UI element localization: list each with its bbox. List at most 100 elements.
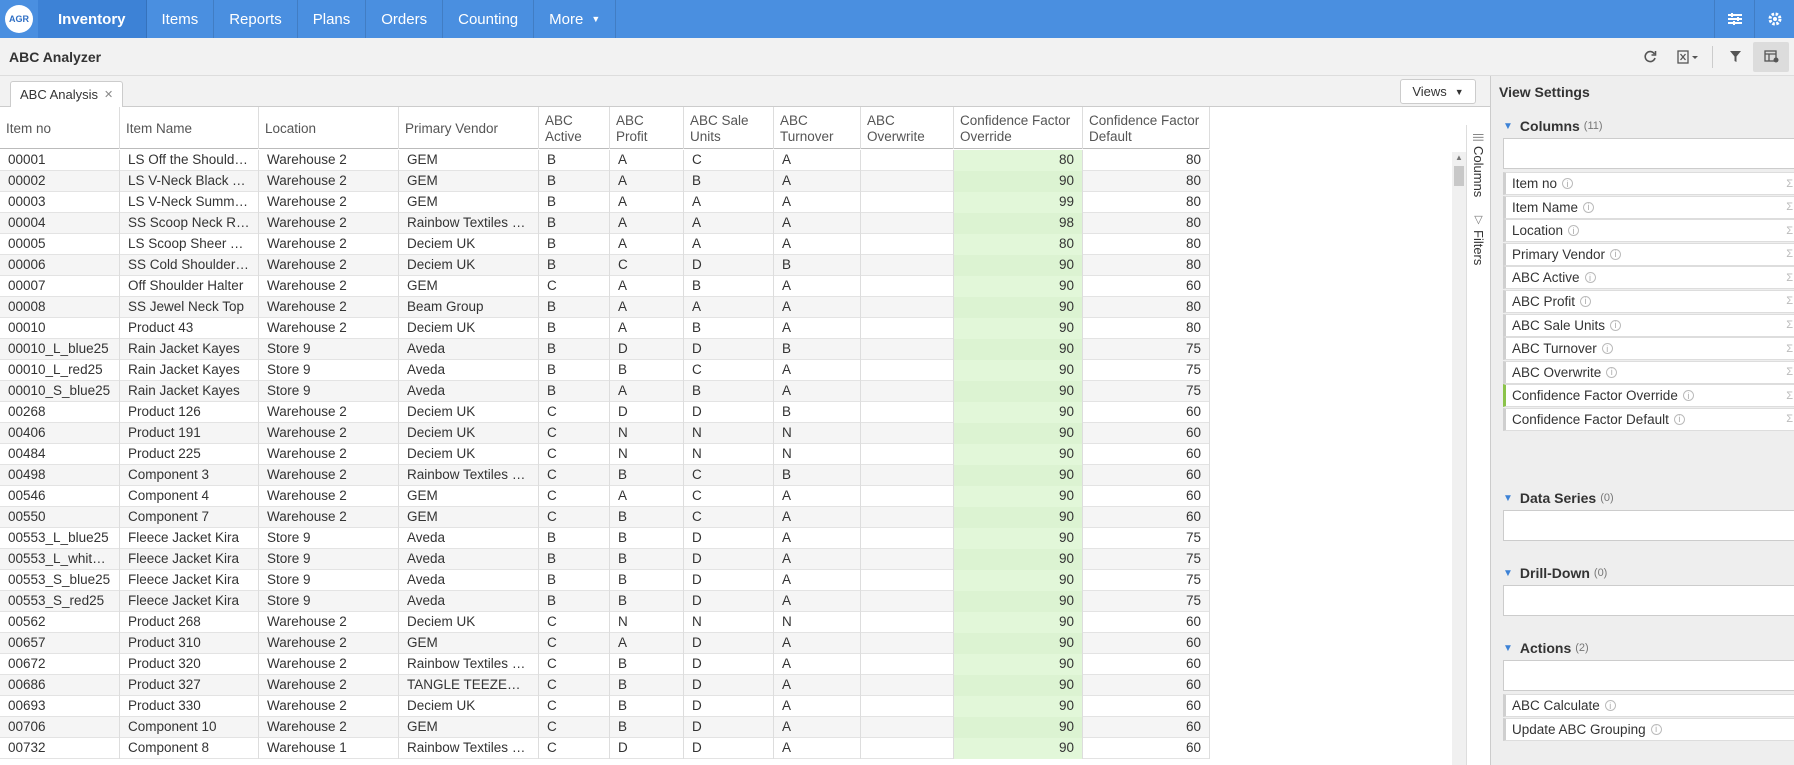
cell-abc-turnover[interactable]: N	[774, 423, 861, 444]
info-icon[interactable]: i	[1601, 343, 1613, 355]
action-item-update-abc-grouping[interactable]: Update ABC Grouping i	[1503, 717, 1794, 741]
cell-abc-overwrite[interactable]	[861, 150, 954, 171]
cell-abc-active[interactable]: B	[539, 570, 610, 591]
cell-item-no[interactable]: 00005	[0, 234, 120, 255]
cell-abc-turnover[interactable]: A	[774, 150, 861, 171]
cell-abc-profit[interactable]: N	[610, 423, 684, 444]
cell-abc-overwrite[interactable]	[861, 654, 954, 675]
cell-abc-profit[interactable]: N	[610, 444, 684, 465]
gear-icon[interactable]	[1754, 0, 1794, 38]
scroll-up-icon[interactable]: ▲	[1455, 153, 1463, 162]
cell-confidence-factor-override[interactable]: 90	[954, 654, 1083, 675]
cell-primary-vendor[interactable]: Aveda	[399, 528, 539, 549]
cell-primary-vendor[interactable]: GEM	[399, 171, 539, 192]
actions-drop-zone[interactable]	[1503, 660, 1794, 691]
cell-abc-turnover[interactable]: A	[774, 234, 861, 255]
info-icon[interactable]: i	[1650, 723, 1662, 735]
cell-confidence-factor-default[interactable]: 60	[1083, 507, 1210, 528]
cell-item-no[interactable]: 00010_L_red25	[0, 360, 120, 381]
cell-confidence-factor-override[interactable]: 90	[954, 633, 1083, 654]
cell-abc-active[interactable]: C	[539, 465, 610, 486]
cell-location[interactable]: Warehouse 2	[259, 234, 399, 255]
cell-item-name[interactable]: Fleece Jacket Kira	[120, 591, 259, 612]
info-icon[interactable]: i	[1583, 201, 1595, 213]
side-tab-filters[interactable]: ▽ Filters	[1471, 213, 1486, 265]
column-chip-item-name[interactable]: Item Name i Σ	[1503, 195, 1794, 219]
nav-item-orders[interactable]: Orders	[366, 0, 444, 38]
cell-abc-profit[interactable]: A	[610, 297, 684, 318]
cell-abc-profit[interactable]: A	[610, 213, 684, 234]
cell-item-no[interactable]: 00553_L_white25	[0, 549, 120, 570]
table-row[interactable]: 00006 SS Cold Shoulder Top Warehouse 2 Deci…	[0, 255, 1210, 276]
nav-item-more[interactable]: More ▼	[534, 0, 617, 38]
cell-confidence-factor-override[interactable]: 90	[954, 717, 1083, 738]
table-row[interactable]: 00562 Product 268 Warehouse 2 Deciem UK C N N N…	[0, 612, 1210, 633]
cell-item-no[interactable]: 00008	[0, 297, 120, 318]
column-chip-confidence-factor-default[interactable]: Confidence Factor Default i Σ	[1503, 407, 1794, 431]
cell-abc-profit[interactable]: B	[610, 591, 684, 612]
cell-location[interactable]: Store 9	[259, 360, 399, 381]
cell-abc-sale-units[interactable]: D	[684, 717, 774, 738]
cell-primary-vendor[interactable]: Deciem UK	[399, 612, 539, 633]
column-chip-abc-profit[interactable]: ABC Profit i Σ	[1503, 289, 1794, 313]
table-row[interactable]: 00010 Product 43 Warehouse 2 Deciem UK B A B A 9…	[0, 318, 1210, 339]
cell-abc-sale-units[interactable]: C	[684, 150, 774, 171]
cell-abc-profit[interactable]: B	[610, 675, 684, 696]
cell-confidence-factor-override[interactable]: 90	[954, 675, 1083, 696]
table-row[interactable]: 00010_L_blue25 Rain Jacket Kayes Store 9 Av…	[0, 339, 1210, 360]
cell-primary-vendor[interactable]: GEM	[399, 486, 539, 507]
cell-confidence-factor-default[interactable]: 80	[1083, 318, 1210, 339]
cell-item-name[interactable]: LS Off the Shoulder Top	[120, 150, 259, 171]
cell-item-name[interactable]: Component 8	[120, 738, 259, 759]
cell-item-no[interactable]: 00553_S_red25	[0, 591, 120, 612]
column-header-location[interactable]: Location	[259, 107, 399, 149]
cell-abc-turnover[interactable]: A	[774, 633, 861, 654]
cell-location[interactable]: Warehouse 2	[259, 276, 399, 297]
sigma-icon[interactable]: Σ	[1786, 201, 1793, 213]
cell-abc-overwrite[interactable]	[861, 423, 954, 444]
column-chip-confidence-factor-override[interactable]: Confidence Factor Override i Σ	[1503, 384, 1794, 408]
table-row[interactable]: 00553_S_blue25 Fleece Jacket Kira Store 9A…	[0, 570, 1210, 591]
cell-abc-active[interactable]: B	[539, 318, 610, 339]
cell-confidence-factor-override[interactable]: 90	[954, 612, 1083, 633]
cell-confidence-factor-default[interactable]: 60	[1083, 633, 1210, 654]
cell-abc-profit[interactable]: A	[610, 486, 684, 507]
cell-abc-turnover[interactable]: A	[774, 171, 861, 192]
cell-item-name[interactable]: Product 327	[120, 675, 259, 696]
cell-location[interactable]: Warehouse 2	[259, 297, 399, 318]
cell-item-no[interactable]: 00001	[0, 150, 120, 171]
cell-abc-profit[interactable]: A	[610, 234, 684, 255]
info-icon[interactable]: i	[1604, 700, 1616, 711]
cell-abc-active[interactable]: B	[539, 297, 610, 318]
cell-item-no[interactable]: 00006	[0, 255, 120, 276]
cell-abc-sale-units[interactable]: B	[684, 381, 774, 402]
cell-abc-overwrite[interactable]	[861, 297, 954, 318]
cell-abc-overwrite[interactable]	[861, 339, 954, 360]
cell-confidence-factor-override[interactable]: 90	[954, 696, 1083, 717]
cell-abc-overwrite[interactable]	[861, 444, 954, 465]
cell-primary-vendor[interactable]: Deciem UK	[399, 318, 539, 339]
cell-abc-active[interactable]: B	[539, 549, 610, 570]
cell-confidence-factor-default[interactable]: 75	[1083, 549, 1210, 570]
sigma-icon[interactable]: Σ	[1786, 343, 1793, 355]
cell-abc-active[interactable]: C	[539, 507, 610, 528]
cell-location[interactable]: Warehouse 2	[259, 486, 399, 507]
column-header-item-name[interactable]: Item Name	[120, 107, 259, 149]
cell-abc-active[interactable]: B	[539, 150, 610, 171]
cell-abc-sale-units[interactable]: B	[684, 171, 774, 192]
cell-primary-vendor[interactable]: Rainbow Textiles Ltd	[399, 738, 539, 759]
cell-confidence-factor-default[interactable]: 80	[1083, 234, 1210, 255]
sigma-icon[interactable]: Σ	[1786, 272, 1793, 284]
cell-abc-overwrite[interactable]	[861, 486, 954, 507]
cell-item-no[interactable]: 00010_L_blue25	[0, 339, 120, 360]
cell-item-no[interactable]: 00686	[0, 675, 120, 696]
cell-item-no[interactable]: 00553_L_blue25	[0, 528, 120, 549]
cell-confidence-factor-default[interactable]: 75	[1083, 339, 1210, 360]
cell-confidence-factor-default[interactable]: 75	[1083, 528, 1210, 549]
cell-abc-turnover[interactable]: A	[774, 654, 861, 675]
cell-primary-vendor[interactable]: Aveda	[399, 591, 539, 612]
columns-drop-zone[interactable]	[1503, 138, 1794, 169]
cell-abc-sale-units[interactable]: A	[684, 297, 774, 318]
sigma-icon[interactable]: Σ	[1786, 413, 1793, 425]
cell-abc-active[interactable]: C	[539, 696, 610, 717]
